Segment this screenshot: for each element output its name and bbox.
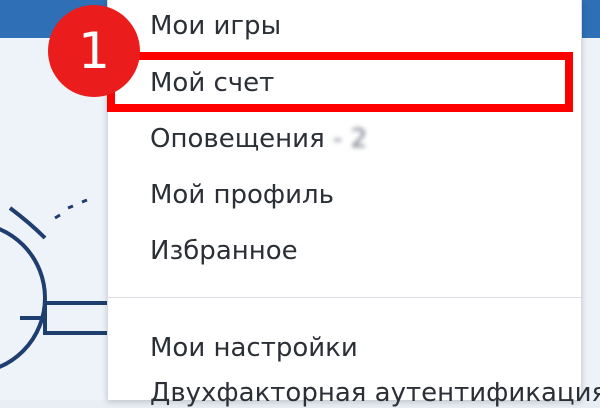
menu-divider	[108, 297, 581, 298]
menu-item-my-settings[interactable]: Мои настройки	[150, 335, 358, 361]
step-number-badge: 1	[48, 5, 140, 97]
menu-item-my-games[interactable]: Мои игры	[150, 13, 281, 39]
menu-item-notifications[interactable]: Оповещения - 2	[150, 126, 367, 152]
highlight-box	[107, 52, 573, 112]
menu-item-two-factor-auth[interactable]: Двухфакторная аутентификация	[150, 378, 600, 408]
notifications-count-blurred: - 2	[324, 124, 368, 154]
notifications-label: Оповещения	[150, 124, 325, 154]
menu-item-my-profile[interactable]: Мой профиль	[150, 182, 334, 208]
menu-item-favorites[interactable]: Избранное	[150, 238, 298, 264]
